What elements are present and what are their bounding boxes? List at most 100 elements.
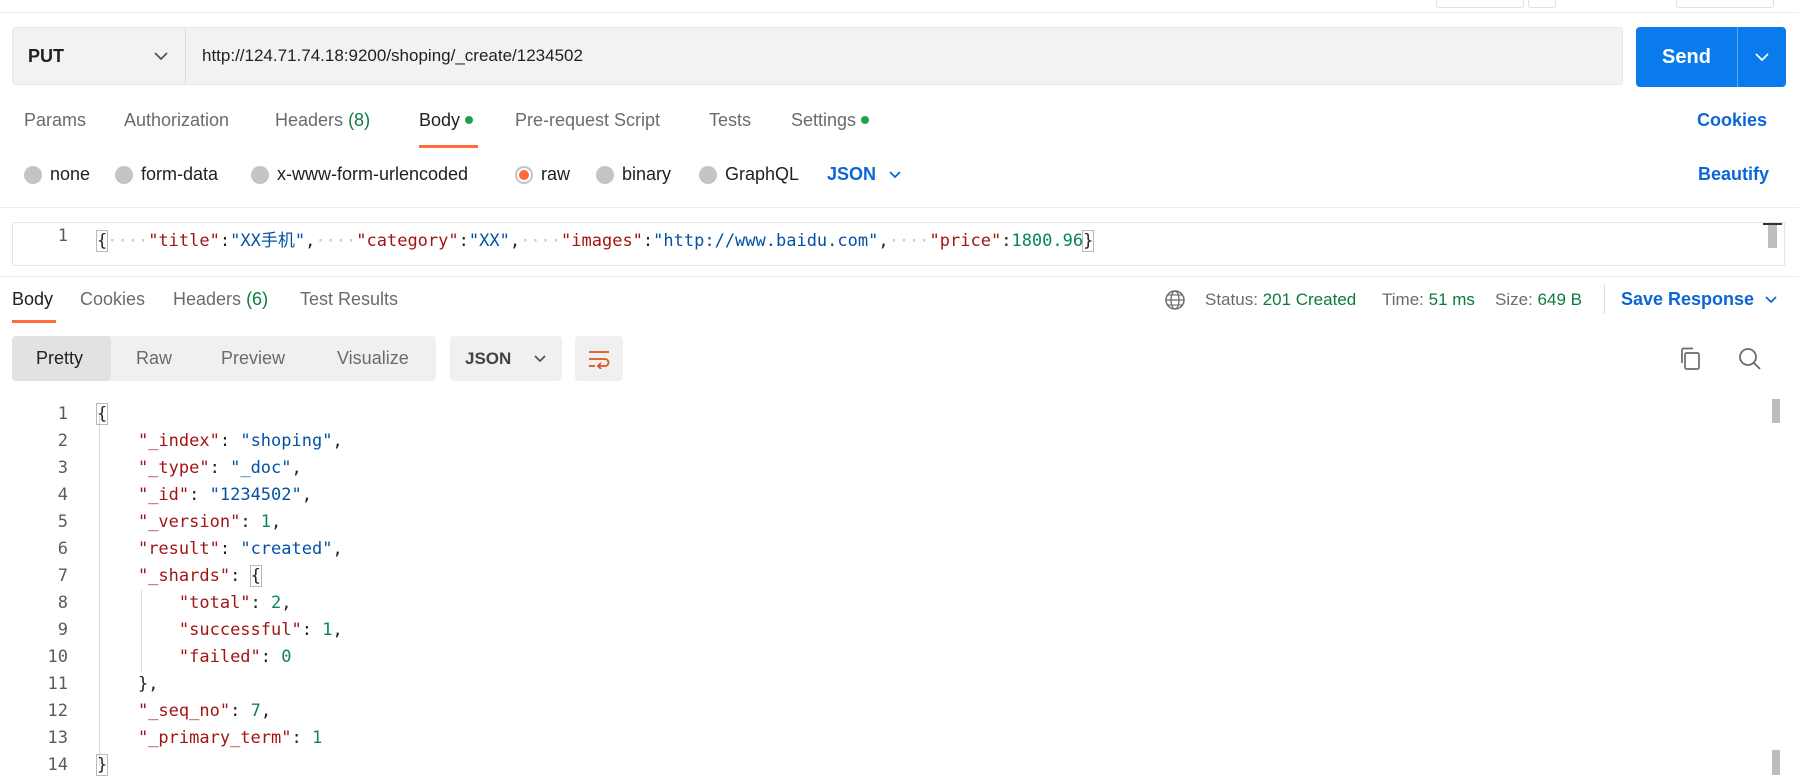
tab-authorization[interactable]: Authorization — [124, 110, 229, 131]
code-key: "total" — [178, 593, 251, 613]
code-key: "_primary_term" — [137, 728, 292, 748]
code-number: 7 — [250, 701, 261, 721]
response-tab-headers[interactable]: Headers (6) — [173, 289, 268, 310]
size-readout: Size: 649 B — [1495, 290, 1582, 310]
save-response-label: Save Response — [1621, 289, 1755, 309]
tab-headers[interactable]: Headers (8) — [275, 110, 370, 131]
view-mode-visualize[interactable]: Visualize — [337, 336, 409, 381]
code-key: "_shards" — [137, 566, 231, 586]
code-number: 2 — [271, 593, 282, 613]
chevron-down-icon — [1755, 53, 1769, 62]
copy-icon[interactable] — [1678, 346, 1702, 372]
whitespace: ···· — [520, 231, 562, 251]
code-line: "_id": "1234502", — [137, 485, 312, 505]
code-line: "_seq_no": 7, — [137, 701, 272, 721]
active-tab-underline — [12, 320, 56, 323]
beautify-link[interactable]: Beautify — [1698, 164, 1769, 185]
tab-tests[interactable]: Tests — [709, 110, 751, 131]
send-options-button[interactable] — [1738, 27, 1786, 87]
code-line: "_index": "shoping", — [137, 431, 343, 451]
wrap-lines-icon — [589, 350, 610, 369]
body-format-dropdown[interactable]: JSON — [827, 164, 902, 185]
response-tab-headers-label: Headers — [173, 289, 242, 309]
request-body-line: {····"title":"XX手机",····"category":"XX",… — [95, 230, 1095, 252]
size-label: Size: — [1495, 290, 1533, 309]
top-button-right[interactable] — [1676, 0, 1774, 8]
code-string: "_doc" — [230, 458, 292, 478]
code-string: "created" — [240, 539, 333, 559]
request-editor-scrollbar[interactable] — [1768, 224, 1777, 248]
radio-circle — [251, 165, 269, 184]
code-key: "_index" — [137, 431, 220, 451]
tab-params[interactable]: Params — [24, 110, 86, 131]
radio-label: raw — [541, 164, 571, 184]
wrap-lines-button[interactable] — [575, 336, 623, 381]
code-number: 1 — [311, 728, 323, 748]
code-bracket: }, — [137, 674, 159, 694]
line-number: 13 — [47, 728, 68, 748]
code-string: "http://www.baidu.com" — [653, 231, 879, 251]
top-button[interactable] — [1436, 0, 1524, 8]
line-number: 9 — [57, 620, 68, 640]
line-number: 1 — [57, 226, 68, 246]
search-icon[interactable] — [1737, 346, 1763, 372]
body-format-label: JSON — [827, 164, 877, 184]
size-value: 649 B — [1537, 290, 1582, 309]
code-line: "successful": 1, — [178, 620, 343, 640]
code-line: "_version": 1, — [137, 512, 282, 532]
code-key: "successful" — [178, 620, 302, 640]
view-mode-raw[interactable]: Raw — [136, 336, 172, 381]
response-scrollbar-top[interactable] — [1772, 399, 1780, 423]
radio-binary[interactable]: binary — [596, 164, 671, 185]
line-number: 1 — [57, 404, 68, 424]
code-number: 1800.96 — [1011, 231, 1084, 251]
radio-label: binary — [622, 164, 672, 184]
globe-icon[interactable] — [1164, 289, 1186, 311]
line-number: 5 — [57, 512, 68, 532]
whitespace: ···· — [107, 231, 149, 251]
radio-label: x-www-form-urlencoded — [277, 164, 469, 184]
response-tab-body[interactable]: Body — [12, 289, 53, 310]
code-string: "XX手机" — [230, 231, 306, 251]
radio-form-data[interactable]: form-data — [115, 164, 218, 185]
code-line: "_shards": { — [137, 565, 262, 587]
whitespace: ···· — [888, 231, 930, 251]
top-button-small[interactable] — [1528, 0, 1556, 8]
code-key: "failed" — [178, 647, 261, 667]
time-label: Time: — [1382, 290, 1424, 309]
divider — [0, 276, 1799, 277]
cookies-link[interactable]: Cookies — [1697, 110, 1767, 131]
response-body-code: { "_index": "shoping", "_type": "_doc", … — [95, 401, 343, 779]
radio-circle — [699, 165, 717, 184]
save-response-button[interactable]: Save Response — [1621, 289, 1778, 310]
response-format-dropdown[interactable]: JSON — [450, 336, 562, 381]
code-key: "price" — [929, 231, 1002, 251]
response-format-label: JSON — [465, 348, 512, 368]
send-button[interactable]: Send — [1636, 27, 1738, 87]
radio-raw[interactable]: raw — [515, 164, 570, 185]
tab-settings[interactable]: Settings — [791, 110, 870, 131]
radio-circle — [115, 165, 133, 184]
code-bracket: { — [249, 565, 262, 587]
tab-body[interactable]: Body — [419, 110, 474, 131]
response-scrollbar-bottom[interactable] — [1772, 750, 1780, 775]
method-select[interactable]: PUT — [12, 27, 186, 85]
response-tab-cookies[interactable]: Cookies — [80, 289, 145, 310]
line-number: 7 — [57, 566, 68, 586]
view-mode-preview[interactable]: Preview — [221, 336, 285, 381]
code-key: "title" — [148, 231, 220, 251]
radio-urlencoded[interactable]: x-www-form-urlencoded — [251, 164, 468, 185]
radio-circle — [596, 165, 614, 184]
tab-prerequest-script[interactable]: Pre-request Script — [515, 110, 660, 131]
response-tab-test-results[interactable]: Test Results — [300, 289, 398, 310]
radio-graphql[interactable]: GraphQL — [699, 164, 799, 185]
divider — [1604, 284, 1605, 314]
view-mode-pretty[interactable]: Pretty — [36, 336, 83, 381]
code-line: "total": 2, — [178, 593, 292, 613]
modified-dot-icon — [465, 116, 474, 124]
radio-none[interactable]: none — [24, 164, 90, 185]
radio-circle — [24, 165, 42, 184]
code-line: { — [95, 401, 343, 428]
url-input[interactable]: http://124.71.74.18:9200/shoping/_create… — [202, 27, 583, 85]
code-string: "XX" — [468, 231, 510, 251]
